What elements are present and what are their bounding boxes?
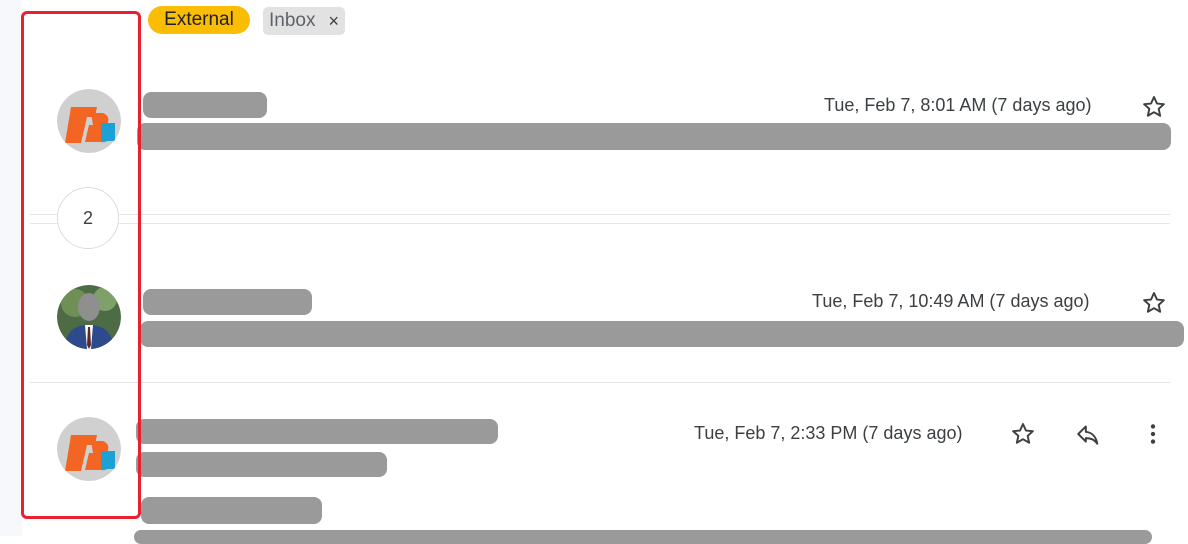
star-icon[interactable] — [1139, 288, 1169, 318]
remove-label-icon[interactable]: × — [328, 7, 339, 35]
message-snippet-redacted[interactable] — [140, 321, 1184, 347]
collapsed-messages-count[interactable]: 2 — [57, 187, 119, 249]
sender-avatar[interactable] — [57, 285, 121, 349]
inbox-label-text: Inbox — [269, 10, 316, 31]
sender-name-redacted — [143, 92, 267, 118]
collapsed-count-text: 2 — [82, 207, 93, 228]
collapsed-divider-top — [30, 214, 1170, 215]
sender-name-redacted — [136, 419, 498, 444]
external-label-text: External — [164, 9, 234, 30]
message-divider — [30, 382, 1170, 383]
sender-avatar[interactable] — [57, 417, 121, 481]
message-timestamp: Tue, Feb 7, 10:49 AM (7 days ago) — [812, 291, 1090, 311]
message-timestamp: Tue, Feb 7, 2:33 PM (7 days ago) — [694, 423, 963, 443]
inbox-label-chip[interactable]: Inbox × — [263, 7, 345, 35]
message-timestamp: Tue, Feb 7, 8:01 AM (7 days ago) — [824, 95, 1092, 115]
star-icon[interactable] — [1139, 92, 1169, 122]
message-snippet-redacted[interactable] — [137, 123, 1171, 150]
company-logo-icon — [57, 417, 121, 481]
reply-icon[interactable] — [1073, 419, 1103, 449]
sender-avatar[interactable] — [57, 89, 121, 153]
recipient-redacted[interactable] — [136, 452, 387, 477]
body-line-redacted — [141, 497, 322, 524]
star-icon[interactable] — [1008, 419, 1038, 449]
external-label-chip: External — [148, 6, 250, 34]
person-photo-icon — [57, 285, 121, 349]
body-line-redacted — [134, 530, 1152, 544]
collapsed-divider-bottom — [30, 223, 1170, 224]
sender-name-redacted — [143, 289, 312, 315]
left-gutter — [0, 0, 22, 536]
more-options-icon[interactable] — [1138, 419, 1168, 449]
company-logo-icon — [57, 89, 121, 153]
